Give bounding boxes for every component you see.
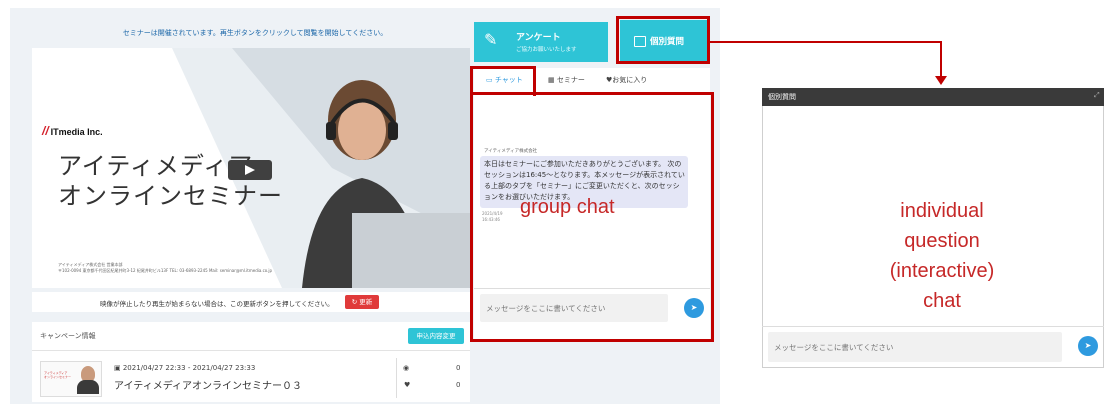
individual-message-input[interactable] <box>768 332 1062 362</box>
arrow-down-icon <box>935 76 947 85</box>
play-button[interactable] <box>228 160 272 180</box>
change-application-button[interactable]: 申込内容変更 <box>408 328 464 344</box>
itmedia-logo: //ITmedia Inc. <box>42 124 103 138</box>
individual-window-title: 個別質問 <box>768 93 796 101</box>
connector-line-down <box>940 41 942 77</box>
individual-input-divider <box>762 326 1104 327</box>
campaign-name[interactable]: アイティメディアオンラインセミナー０３ <box>114 377 302 392</box>
company-address: アイティメディア株式会社 営業本部 〒102-0094 東京都千代田区紀尾井町3… <box>58 262 273 273</box>
campaign-separator <box>396 358 397 398</box>
heart-icon[interactable]: ♥ <box>404 381 410 389</box>
thumbnail-text: アイティメディア オンラインセミナー <box>44 371 72 379</box>
send-icon[interactable]: ➤ <box>1078 336 1098 356</box>
tab-favorites-label: お気に入り <box>612 76 648 84</box>
survey-subtitle: ご協力お願いいたします <box>516 47 577 53</box>
highlight-chat-area <box>470 92 714 342</box>
calendar-icon: ▣ <box>114 364 123 372</box>
seminar-notice: セミナーは開催されています。再生ボタンをクリックして閲覧を開始してください。 <box>122 29 388 37</box>
expand-icon[interactable]: ⤢ <box>1094 91 1100 100</box>
highlight-individual-button <box>616 16 710 64</box>
connector-line <box>710 41 941 43</box>
tab-seminar-label: セミナー <box>556 76 585 84</box>
individual-window-titlebar <box>762 88 1104 106</box>
campaign-date-text: 2021/04/27 22:33 - 2021/04/27 23:33 <box>122 364 256 372</box>
campaign-divider <box>32 350 470 351</box>
logo-mark: // <box>42 124 49 138</box>
survey-title: アンケート <box>516 33 561 43</box>
thumbnail-body <box>77 380 99 394</box>
individual-chat-annotation: individual question (interactive) chat <box>889 200 995 312</box>
reload-message: 映像が停止したり再生が始まらない場合は、この更新ボタンを押してください。 <box>100 300 334 308</box>
reload-button[interactable]: ↻ 更新 <box>345 295 379 309</box>
eye-icon: ◉ <box>403 364 410 372</box>
tab-favorites[interactable]: ♥お気に入り <box>606 75 647 85</box>
tab-seminar[interactable]: ▦ セミナー <box>548 75 585 85</box>
campaign-title: キャンペーン情報 <box>40 332 96 340</box>
campaign-date: ▣ 2021/04/27 22:33 - 2021/04/27 23:33 <box>114 364 255 372</box>
calendar-icon: ▦ <box>548 76 557 84</box>
campaign-thumbnail[interactable]: アイティメディア オンラインセミナー <box>40 361 102 397</box>
edit-icon: ✎ <box>484 30 498 49</box>
video-title-line2: オンラインセミナー <box>58 182 283 210</box>
view-count: 0 <box>456 364 461 372</box>
logo-text: ITmedia Inc. <box>50 127 103 137</box>
like-count: 0 <box>456 381 461 389</box>
